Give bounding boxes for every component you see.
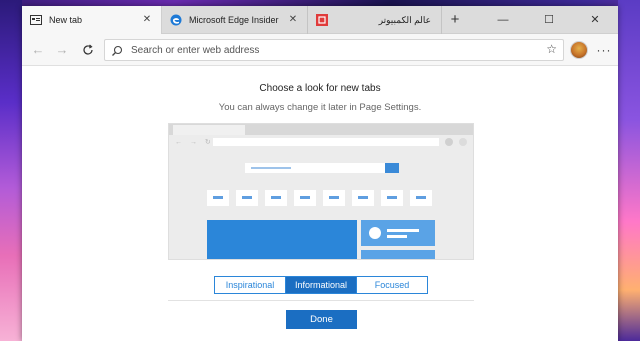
tab-new-tab[interactable]: New tab ✕ [22, 6, 162, 34]
forward-arrow-icon[interactable]: → [52, 40, 72, 60]
tab-label: New tab [49, 15, 83, 25]
desktop-wallpaper-right [618, 0, 640, 341]
address-bar[interactable]: ☆ [104, 39, 564, 61]
navigation-toolbar: ← → ☆ ··· [22, 34, 618, 66]
tab-label: عالم الكمبيوتر [378, 14, 431, 25]
preview-address-bar [213, 138, 439, 146]
preview-tile [323, 190, 345, 206]
preview-info-card-lower [361, 250, 435, 259]
preview-menu [459, 138, 467, 146]
browser-window: New tab ✕ Microsoft Edge Insider ✕ عالم … [22, 6, 618, 341]
option-informational[interactable]: Informational [286, 277, 357, 293]
option-inspirational[interactable]: Inspirational [215, 277, 286, 293]
preview-quick-links [207, 190, 439, 206]
close-tab-icon[interactable]: ✕ [141, 14, 153, 26]
preview-tile [410, 190, 432, 206]
divider [168, 300, 474, 301]
preview-news-hero [207, 220, 357, 259]
preview-tab [173, 125, 245, 135]
preview-tile [236, 190, 258, 206]
preview-info-card [361, 220, 435, 246]
site-favicon-icon [316, 14, 328, 26]
preview-tile [352, 190, 374, 206]
done-button[interactable]: Done [286, 310, 357, 329]
close-tab-icon[interactable]: ✕ [287, 14, 299, 26]
option-focused[interactable]: Focused [357, 277, 427, 293]
preview-card-line [387, 235, 407, 238]
preview-tab-bar [169, 124, 473, 135]
address-input[interactable] [131, 42, 511, 58]
new-tab-setup: Choose a look for new tabs You can alway… [22, 66, 618, 341]
tab-edge-insider[interactable]: Microsoft Edge Insider ✕ [162, 6, 308, 34]
preview-tile [265, 190, 287, 206]
close-window-button[interactable]: ✕ [572, 6, 618, 34]
preview-tile [381, 190, 403, 206]
preview-search-button [385, 163, 399, 173]
layout-preview: ← → ↻ [168, 123, 474, 260]
preview-nav-icons: ← → ↻ [175, 139, 214, 146]
tab-label: Microsoft Edge Insider [189, 15, 279, 25]
tab-arabic-site[interactable]: عالم الكمبيوتر [308, 6, 442, 34]
preview-card-line [387, 229, 419, 232]
page-title: Choose a look for new tabs [259, 83, 381, 94]
new-tab-page-icon [30, 14, 42, 26]
minimize-button[interactable]: — [480, 6, 526, 34]
layout-selector: Inspirational Informational Focused [214, 276, 428, 294]
preview-avatar [445, 138, 453, 146]
preview-tile [294, 190, 316, 206]
favorite-star-icon[interactable]: ☆ [546, 42, 557, 56]
preview-tile [207, 190, 229, 206]
search-icon [111, 44, 125, 58]
preview-card-avatar [369, 227, 381, 239]
page-subtitle: You can always change it later in Page S… [218, 102, 422, 113]
refresh-icon[interactable] [78, 40, 98, 60]
preview-search-text [251, 167, 291, 169]
edge-logo-icon [170, 14, 182, 26]
tab-strip: New tab ✕ Microsoft Edge Insider ✕ عالم … [22, 6, 618, 34]
more-options-icon[interactable]: ··· [594, 40, 614, 60]
new-tab-plus-button[interactable]: + [446, 11, 464, 29]
back-arrow-icon[interactable]: ← [28, 40, 48, 60]
maximize-button[interactable]: ☐ [526, 6, 572, 34]
preview-search-box [245, 163, 399, 173]
profile-avatar[interactable] [570, 41, 588, 59]
desktop-wallpaper-left [0, 0, 22, 341]
